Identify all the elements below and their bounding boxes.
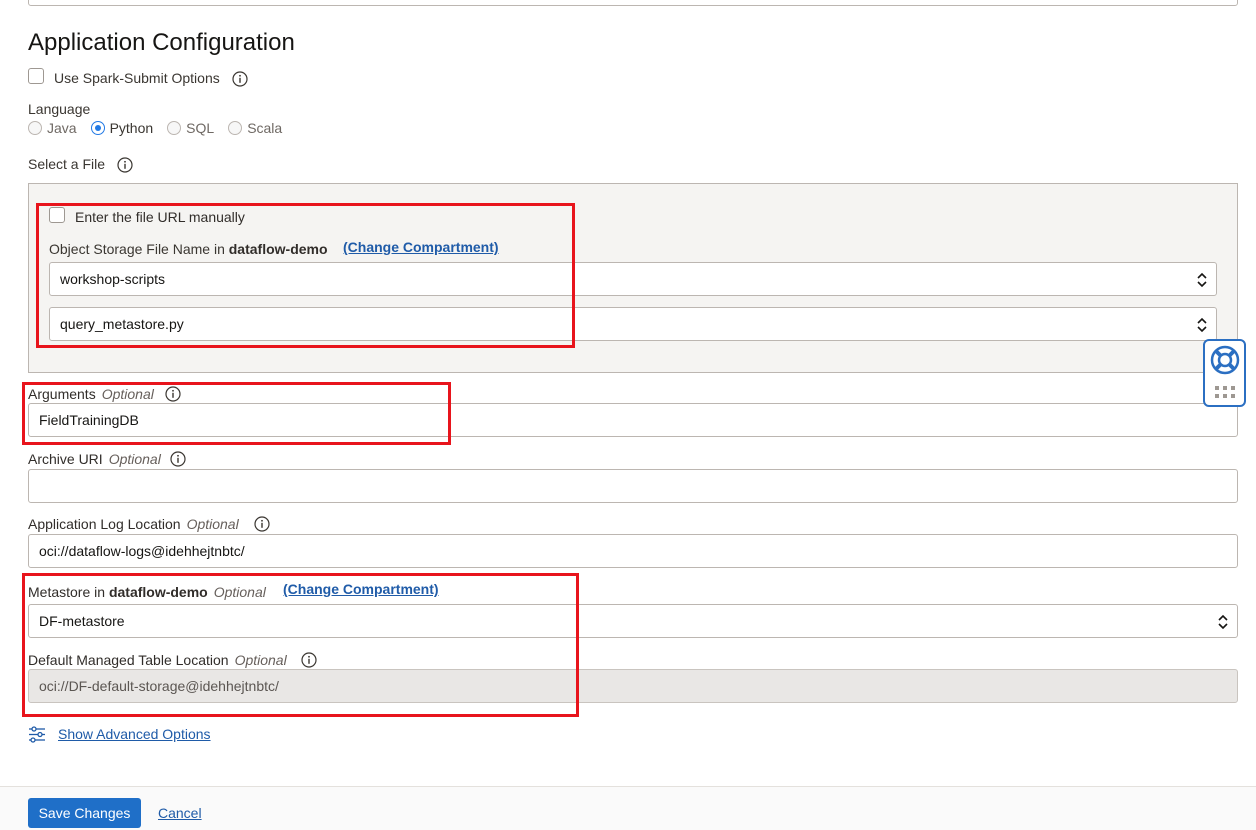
language-radio-group: Java Python SQL Scala [28,120,296,136]
spark-submit-label: Use Spark-Submit Options [54,70,220,86]
language-option-python[interactable]: Python [90,120,153,136]
chevron-updown-icon [1197,272,1207,288]
cancel-link[interactable]: Cancel [158,805,202,821]
default-table-location-input: oci://DF-default-storage@idehhejtnbtc/ [28,669,1238,703]
radio-sql[interactable] [167,121,182,135]
info-icon[interactable] [232,71,248,87]
lifebuoy-icon[interactable] [1210,345,1240,375]
show-advanced-options-link[interactable]: Show Advanced Options [58,726,211,742]
change-compartment-link[interactable]: (Change Compartment) [343,239,499,255]
sliders-icon[interactable] [28,726,46,743]
manual-url-checkbox[interactable] [49,207,65,223]
info-icon[interactable] [117,157,133,173]
arguments-input[interactable]: FieldTrainingDB [28,403,1238,437]
file-select[interactable]: query_metastore.py [49,307,1217,341]
default-table-location-label: Default Managed Table Location Optional [28,652,287,668]
log-location-label: Application Log Location Optional [28,516,239,532]
metastore-change-compartment-link[interactable]: (Change Compartment) [283,581,439,597]
archive-uri-label: Archive URI Optional [28,451,161,467]
info-icon[interactable] [254,516,270,532]
manual-url-label: Enter the file URL manually [75,209,245,225]
language-option-java[interactable]: Java [28,120,77,136]
section-title: Application Configuration [28,29,295,56]
radio-python[interactable] [90,121,105,135]
radio-scala[interactable] [228,121,243,135]
language-option-sql[interactable]: SQL [167,120,214,136]
drag-handle-icon[interactable] [1214,385,1236,399]
bucket-select[interactable]: workshop-scripts [49,262,1217,296]
previous-field-input[interactable] [28,0,1238,6]
info-icon[interactable] [170,451,186,467]
info-icon[interactable] [165,386,181,402]
info-icon[interactable] [301,652,317,668]
arguments-label: Arguments Optional [28,386,154,402]
metastore-select[interactable]: DF-metastore [28,604,1238,638]
log-location-input[interactable]: oci://dataflow-logs@idehhejtnbtc/ [28,534,1238,568]
metastore-label: Metastore in dataflow-demo Optional [28,584,266,600]
chevron-updown-icon [1218,614,1228,630]
object-storage-label: Object Storage File Name in dataflow-dem… [49,241,328,257]
chevron-updown-icon [1197,317,1207,333]
select-file-label: Select a File [28,156,106,172]
language-label: Language [28,101,91,117]
archive-uri-input[interactable] [28,469,1238,503]
save-changes-button[interactable]: Save Changes [28,798,141,828]
help-widget[interactable] [1203,339,1246,407]
radio-java[interactable] [28,121,42,135]
spark-submit-checkbox[interactable] [28,68,44,84]
language-option-scala[interactable]: Scala [228,120,282,136]
